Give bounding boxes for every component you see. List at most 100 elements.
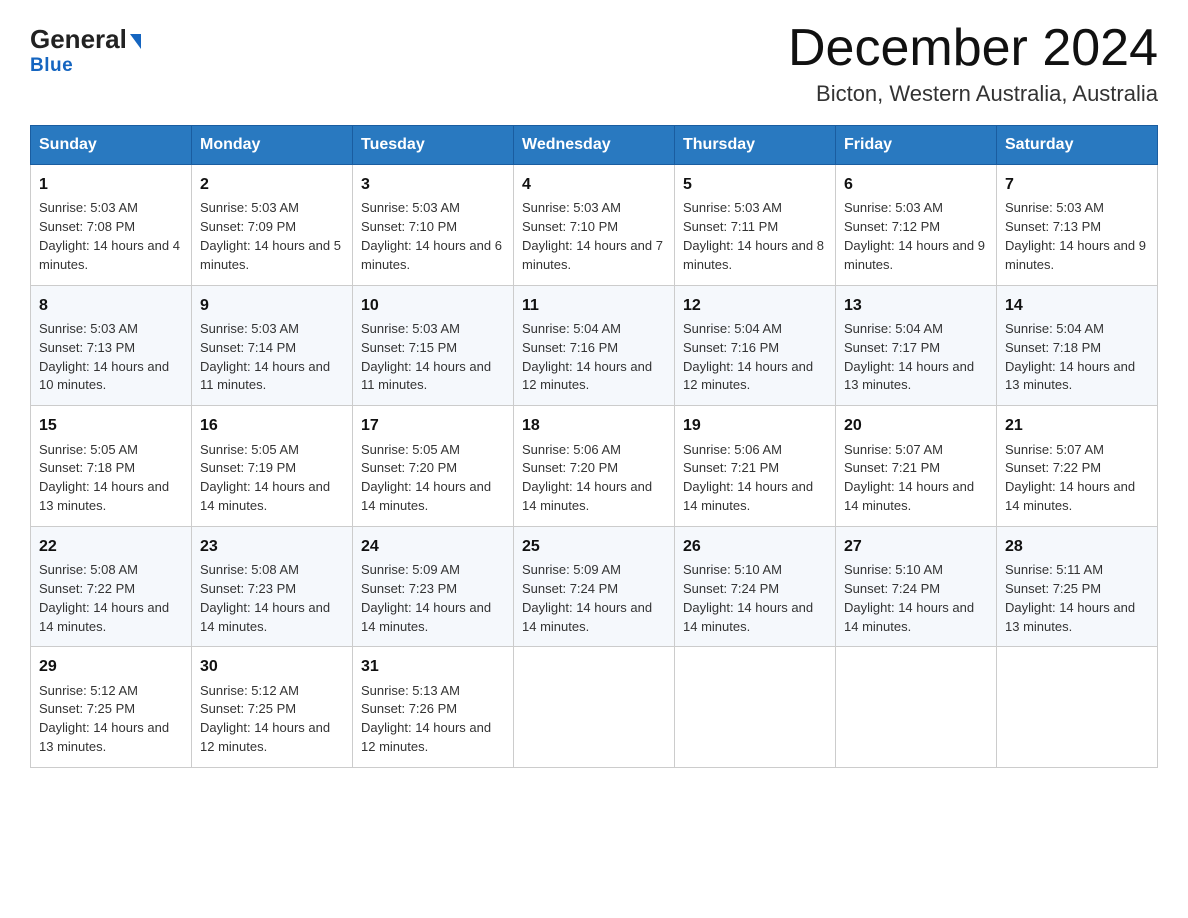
day-info: Sunrise: 5:03 AMSunset: 7:10 PMDaylight:… (361, 200, 502, 272)
calendar-cell: 9 Sunrise: 5:03 AMSunset: 7:14 PMDayligh… (192, 285, 353, 406)
day-info: Sunrise: 5:03 AMSunset: 7:13 PMDaylight:… (39, 321, 169, 393)
calendar-cell (675, 647, 836, 768)
weekday-header-tuesday: Tuesday (353, 126, 514, 165)
day-info: Sunrise: 5:07 AMSunset: 7:22 PMDaylight:… (1005, 442, 1135, 514)
day-info: Sunrise: 5:04 AMSunset: 7:18 PMDaylight:… (1005, 321, 1135, 393)
day-number: 1 (39, 173, 183, 196)
calendar-cell: 26 Sunrise: 5:10 AMSunset: 7:24 PMDaylig… (675, 526, 836, 647)
day-number: 23 (200, 535, 344, 558)
day-number: 14 (1005, 294, 1149, 317)
calendar-cell: 11 Sunrise: 5:04 AMSunset: 7:16 PMDaylig… (514, 285, 675, 406)
day-info: Sunrise: 5:10 AMSunset: 7:24 PMDaylight:… (844, 562, 974, 634)
logo-blue-text: Blue (30, 55, 73, 77)
calendar-cell: 2 Sunrise: 5:03 AMSunset: 7:09 PMDayligh… (192, 165, 353, 286)
day-info: Sunrise: 5:03 AMSunset: 7:10 PMDaylight:… (522, 200, 663, 272)
day-info: Sunrise: 5:06 AMSunset: 7:21 PMDaylight:… (683, 442, 813, 514)
day-number: 25 (522, 535, 666, 558)
calendar-cell: 28 Sunrise: 5:11 AMSunset: 7:25 PMDaylig… (997, 526, 1158, 647)
day-number: 5 (683, 173, 827, 196)
logo-general-text: General (30, 24, 141, 54)
day-info: Sunrise: 5:09 AMSunset: 7:24 PMDaylight:… (522, 562, 652, 634)
day-number: 17 (361, 414, 505, 437)
day-info: Sunrise: 5:12 AMSunset: 7:25 PMDaylight:… (200, 683, 330, 755)
day-info: Sunrise: 5:03 AMSunset: 7:08 PMDaylight:… (39, 200, 180, 272)
title-area: December 2024 Bicton, Western Australia,… (788, 20, 1158, 107)
day-number: 28 (1005, 535, 1149, 558)
calendar-cell: 12 Sunrise: 5:04 AMSunset: 7:16 PMDaylig… (675, 285, 836, 406)
calendar-cell: 22 Sunrise: 5:08 AMSunset: 7:22 PMDaylig… (31, 526, 192, 647)
day-number: 22 (39, 535, 183, 558)
calendar-cell: 18 Sunrise: 5:06 AMSunset: 7:20 PMDaylig… (514, 406, 675, 527)
weekday-header-saturday: Saturday (997, 126, 1158, 165)
logo-area: General Blue (30, 20, 141, 77)
day-number: 8 (39, 294, 183, 317)
day-number: 21 (1005, 414, 1149, 437)
day-info: Sunrise: 5:04 AMSunset: 7:16 PMDaylight:… (683, 321, 813, 393)
day-number: 19 (683, 414, 827, 437)
day-number: 3 (361, 173, 505, 196)
weekday-header-wednesday: Wednesday (514, 126, 675, 165)
weekday-header-monday: Monday (192, 126, 353, 165)
day-number: 15 (39, 414, 183, 437)
day-info: Sunrise: 5:03 AMSunset: 7:11 PMDaylight:… (683, 200, 824, 272)
weekday-header-thursday: Thursday (675, 126, 836, 165)
week-row-1: 1 Sunrise: 5:03 AMSunset: 7:08 PMDayligh… (31, 165, 1158, 286)
calendar-cell: 17 Sunrise: 5:05 AMSunset: 7:20 PMDaylig… (353, 406, 514, 527)
calendar-cell: 21 Sunrise: 5:07 AMSunset: 7:22 PMDaylig… (997, 406, 1158, 527)
week-row-3: 15 Sunrise: 5:05 AMSunset: 7:18 PMDaylig… (31, 406, 1158, 527)
day-info: Sunrise: 5:07 AMSunset: 7:21 PMDaylight:… (844, 442, 974, 514)
day-number: 20 (844, 414, 988, 437)
day-info: Sunrise: 5:08 AMSunset: 7:23 PMDaylight:… (200, 562, 330, 634)
calendar-cell: 7 Sunrise: 5:03 AMSunset: 7:13 PMDayligh… (997, 165, 1158, 286)
calendar-cell: 10 Sunrise: 5:03 AMSunset: 7:15 PMDaylig… (353, 285, 514, 406)
day-info: Sunrise: 5:05 AMSunset: 7:19 PMDaylight:… (200, 442, 330, 514)
calendar-cell: 14 Sunrise: 5:04 AMSunset: 7:18 PMDaylig… (997, 285, 1158, 406)
day-info: Sunrise: 5:03 AMSunset: 7:13 PMDaylight:… (1005, 200, 1146, 272)
day-number: 18 (522, 414, 666, 437)
month-title: December 2024 (788, 20, 1158, 77)
location-title: Bicton, Western Australia, Australia (788, 81, 1158, 107)
weekday-header-friday: Friday (836, 126, 997, 165)
day-info: Sunrise: 5:03 AMSunset: 7:09 PMDaylight:… (200, 200, 341, 272)
day-info: Sunrise: 5:03 AMSunset: 7:12 PMDaylight:… (844, 200, 985, 272)
day-number: 13 (844, 294, 988, 317)
calendar-cell: 4 Sunrise: 5:03 AMSunset: 7:10 PMDayligh… (514, 165, 675, 286)
calendar-cell: 6 Sunrise: 5:03 AMSunset: 7:12 PMDayligh… (836, 165, 997, 286)
calendar-cell: 1 Sunrise: 5:03 AMSunset: 7:08 PMDayligh… (31, 165, 192, 286)
day-info: Sunrise: 5:10 AMSunset: 7:24 PMDaylight:… (683, 562, 813, 634)
day-number: 2 (200, 173, 344, 196)
calendar-cell: 15 Sunrise: 5:05 AMSunset: 7:18 PMDaylig… (31, 406, 192, 527)
header: General Blue December 2024 Bicton, Weste… (30, 20, 1158, 107)
weekday-header-row: SundayMondayTuesdayWednesdayThursdayFrid… (31, 126, 1158, 165)
day-number: 31 (361, 655, 505, 678)
day-info: Sunrise: 5:04 AMSunset: 7:17 PMDaylight:… (844, 321, 974, 393)
week-row-4: 22 Sunrise: 5:08 AMSunset: 7:22 PMDaylig… (31, 526, 1158, 647)
day-number: 12 (683, 294, 827, 317)
day-info: Sunrise: 5:12 AMSunset: 7:25 PMDaylight:… (39, 683, 169, 755)
calendar-cell: 23 Sunrise: 5:08 AMSunset: 7:23 PMDaylig… (192, 526, 353, 647)
day-number: 29 (39, 655, 183, 678)
week-row-5: 29 Sunrise: 5:12 AMSunset: 7:25 PMDaylig… (31, 647, 1158, 768)
day-number: 9 (200, 294, 344, 317)
day-info: Sunrise: 5:08 AMSunset: 7:22 PMDaylight:… (39, 562, 169, 634)
day-info: Sunrise: 5:05 AMSunset: 7:20 PMDaylight:… (361, 442, 491, 514)
weekday-header-sunday: Sunday (31, 126, 192, 165)
calendar-cell: 31 Sunrise: 5:13 AMSunset: 7:26 PMDaylig… (353, 647, 514, 768)
day-info: Sunrise: 5:13 AMSunset: 7:26 PMDaylight:… (361, 683, 491, 755)
day-number: 10 (361, 294, 505, 317)
day-info: Sunrise: 5:05 AMSunset: 7:18 PMDaylight:… (39, 442, 169, 514)
day-number: 4 (522, 173, 666, 196)
week-row-2: 8 Sunrise: 5:03 AMSunset: 7:13 PMDayligh… (31, 285, 1158, 406)
calendar-cell: 27 Sunrise: 5:10 AMSunset: 7:24 PMDaylig… (836, 526, 997, 647)
day-number: 24 (361, 535, 505, 558)
day-number: 11 (522, 294, 666, 317)
day-info: Sunrise: 5:06 AMSunset: 7:20 PMDaylight:… (522, 442, 652, 514)
day-number: 6 (844, 173, 988, 196)
calendar-cell: 5 Sunrise: 5:03 AMSunset: 7:11 PMDayligh… (675, 165, 836, 286)
day-info: Sunrise: 5:03 AMSunset: 7:15 PMDaylight:… (361, 321, 491, 393)
calendar-cell: 13 Sunrise: 5:04 AMSunset: 7:17 PMDaylig… (836, 285, 997, 406)
logo: General (30, 26, 141, 53)
day-number: 27 (844, 535, 988, 558)
calendar-cell: 24 Sunrise: 5:09 AMSunset: 7:23 PMDaylig… (353, 526, 514, 647)
day-number: 30 (200, 655, 344, 678)
